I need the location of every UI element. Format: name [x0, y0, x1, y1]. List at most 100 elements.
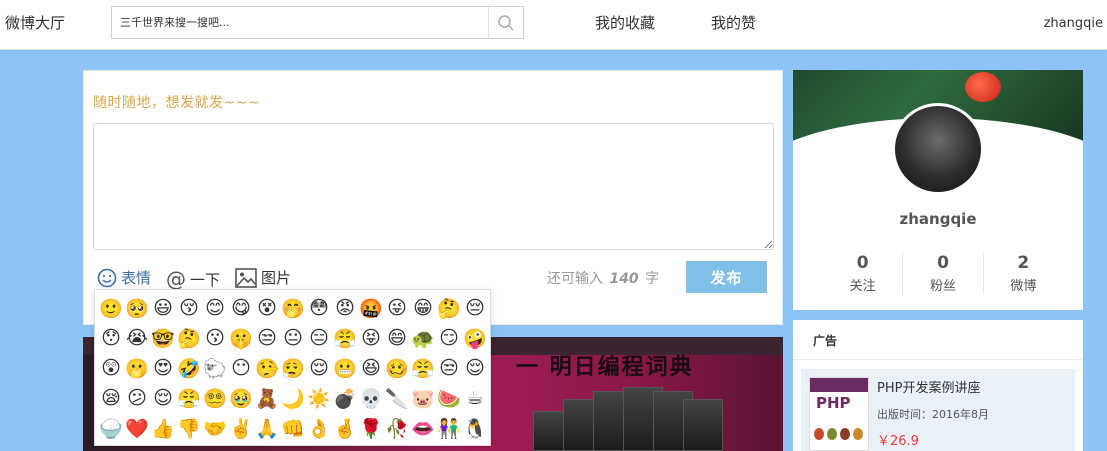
- emoji-option[interactable]: 🌙: [280, 383, 306, 413]
- emoji-grid: 🙂 🥺 😃 😚 😊 😋 😵 🤭 😳 😡 🤬 😜 😁 🤔 😔 😯 😭 🤓 🤔 😗 🤫 😒 😐 😑 😤 😝 😄 🐢 😏 🤪 😲 🫢 😍 🤣 🐑 😶 🤥 😮‍💨…: [98, 293, 488, 443]
- emoji-option[interactable]: 🔪: [384, 383, 410, 413]
- emoji-option[interactable]: 🐑: [202, 353, 228, 383]
- emoji-option[interactable]: 😪: [98, 383, 124, 413]
- emoji-option[interactable]: 😯: [98, 323, 124, 353]
- emoji-tool-button[interactable]: 表情: [97, 267, 151, 288]
- emoji-option[interactable]: ❤️: [124, 413, 150, 443]
- emoji-option[interactable]: 😄: [384, 323, 410, 353]
- emoji-option[interactable]: 🤓: [150, 323, 176, 353]
- emoji-option[interactable]: 🙂: [98, 293, 124, 323]
- emoji-option[interactable]: 😁: [410, 293, 436, 323]
- emoji-option[interactable]: 👎: [176, 413, 202, 443]
- emoji-option[interactable]: 😃: [150, 293, 176, 323]
- book-cover-text: PHP: [816, 394, 851, 412]
- emoji-option[interactable]: 😵: [254, 293, 280, 323]
- ad-item[interactable]: PHP PHP开发案例讲座 出版时间：2016年8月 ￥26.9: [801, 369, 1075, 451]
- post-textarea[interactable]: [93, 123, 774, 250]
- emoji-option[interactable]: ✌️: [228, 413, 254, 443]
- emoji-option[interactable]: 🤫: [228, 323, 254, 353]
- site-brand[interactable]: 微博大厅: [5, 12, 65, 33]
- emoji-option[interactable]: 👊: [280, 413, 306, 443]
- emoji-option[interactable]: 😌: [462, 353, 488, 383]
- emoji-option[interactable]: 😌: [306, 353, 332, 383]
- emoji-option[interactable]: 🤪: [462, 323, 488, 353]
- emoji-option[interactable]: 😵‍💫: [202, 383, 228, 413]
- emoji-option[interactable]: 😝: [358, 323, 384, 353]
- emoji-option[interactable]: ☀️: [306, 383, 332, 413]
- emoji-option[interactable]: 😗: [202, 323, 228, 353]
- emoji-option[interactable]: 🙏: [254, 413, 280, 443]
- emoji-option[interactable]: 😆: [358, 353, 384, 383]
- emoji-option[interactable]: 🧸: [254, 383, 280, 413]
- banner-title: 一 明日编程词典: [516, 355, 694, 380]
- emoji-option[interactable]: 😲: [98, 353, 124, 383]
- emoji-option[interactable]: 🤔: [176, 323, 202, 353]
- emoji-option[interactable]: 😬: [332, 353, 358, 383]
- emoji-option[interactable]: ☕: [462, 383, 488, 413]
- emoji-option[interactable]: 😤: [410, 353, 436, 383]
- emoji-option[interactable]: 😐: [280, 323, 306, 353]
- emoji-option[interactable]: 🤬: [358, 293, 384, 323]
- emoji-option[interactable]: 🫢: [124, 353, 150, 383]
- emoji-option[interactable]: 🐷: [410, 383, 436, 413]
- emoji-option[interactable]: 😳: [306, 293, 332, 323]
- emoji-option[interactable]: 😌: [150, 383, 176, 413]
- book-cover-image[interactable]: PHP: [809, 377, 869, 451]
- emoji-option[interactable]: 😊: [202, 293, 228, 323]
- emoji-option[interactable]: 😕: [124, 383, 150, 413]
- stat-posts[interactable]: 2 微博: [984, 253, 1063, 294]
- emoji-option[interactable]: 😜: [384, 293, 410, 323]
- emoji-option[interactable]: 🐧: [462, 413, 488, 443]
- nav-likes-link[interactable]: 我的赞: [711, 12, 756, 33]
- emoji-option[interactable]: 😍: [150, 353, 176, 383]
- emoji-option[interactable]: 🥀: [384, 413, 410, 443]
- emoji-option[interactable]: 🤞: [332, 413, 358, 443]
- emoji-option[interactable]: 👌: [306, 413, 332, 443]
- stat-followers[interactable]: 0 粉丝: [903, 253, 984, 294]
- stat-following[interactable]: 0 关注: [823, 253, 904, 294]
- mention-tool-button[interactable]: @ 一下: [166, 267, 220, 291]
- emoji-option[interactable]: 💀: [358, 383, 384, 413]
- ad-book-title[interactable]: PHP开发案例讲座: [877, 377, 989, 396]
- publish-button[interactable]: 发布: [686, 261, 767, 293]
- emoji-option[interactable]: 🥹: [228, 383, 254, 413]
- emoji-option[interactable]: 😔: [462, 293, 488, 323]
- user-menu[interactable]: zhangqie: [1044, 16, 1103, 31]
- emoji-option[interactable]: 🤔: [436, 293, 462, 323]
- emoji-option[interactable]: 😚: [176, 293, 202, 323]
- emoji-option[interactable]: 😤: [332, 323, 358, 353]
- emoji-option[interactable]: 🤥: [254, 353, 280, 383]
- emoji-option[interactable]: 🐢: [410, 323, 436, 353]
- emoji-option[interactable]: 😒: [254, 323, 280, 353]
- char-counter-prefix: 还可输入: [547, 271, 603, 287]
- nav-favorites-link[interactable]: 我的收藏: [595, 12, 655, 33]
- ad-book-price: ￥26.9: [877, 434, 919, 449]
- emoji-option[interactable]: 😒: [436, 353, 462, 383]
- emoji-option[interactable]: 🥴: [384, 353, 410, 383]
- emoji-option[interactable]: 🤣: [176, 353, 202, 383]
- search-button[interactable]: [488, 7, 523, 38]
- emoji-option[interactable]: 🍚: [98, 413, 124, 443]
- emoji-option[interactable]: 💣: [332, 383, 358, 413]
- emoji-option[interactable]: 🤭: [280, 293, 306, 323]
- emoji-option[interactable]: 😤: [176, 383, 202, 413]
- emoji-option[interactable]: 😏: [436, 323, 462, 353]
- emoji-option[interactable]: 😮‍💨: [280, 353, 306, 383]
- emoji-option[interactable]: 🤝: [202, 413, 228, 443]
- stat-label: 关注: [849, 279, 876, 294]
- emoji-option[interactable]: 🥺: [124, 293, 150, 323]
- emoji-option[interactable]: 👫: [436, 413, 462, 443]
- emoji-option[interactable]: 😭: [124, 323, 150, 353]
- image-tool-button[interactable]: 图片: [235, 267, 291, 288]
- search-input[interactable]: [112, 7, 489, 38]
- emoji-option[interactable]: 😋: [228, 293, 254, 323]
- emoji-option[interactable]: 👄: [410, 413, 436, 443]
- emoji-option[interactable]: 😶: [228, 353, 254, 383]
- emoji-option[interactable]: 😡: [332, 293, 358, 323]
- profile-name[interactable]: zhangqie: [793, 210, 1083, 228]
- emoji-option[interactable]: 🍉: [436, 383, 462, 413]
- avatar[interactable]: [892, 103, 984, 195]
- emoji-option[interactable]: 🌹: [358, 413, 384, 443]
- emoji-option[interactable]: 😑: [306, 323, 332, 353]
- emoji-option[interactable]: 👍: [150, 413, 176, 443]
